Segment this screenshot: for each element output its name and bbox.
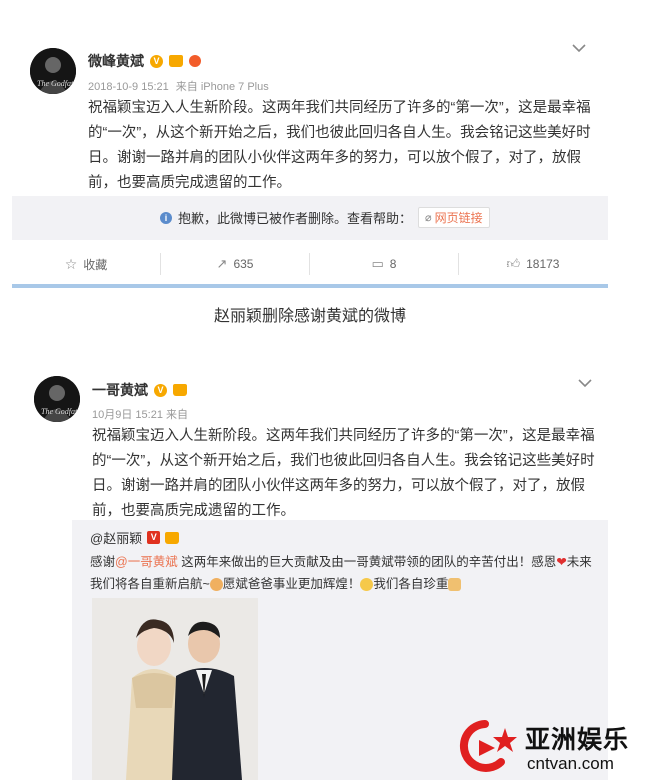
comment-count: 8 — [389, 257, 397, 271]
repost-photo[interactable] — [92, 598, 258, 780]
action-bar: ☆ 收藏 ↗ 635 ▭ 8 👍︎ 18173 — [12, 247, 608, 281]
web-link-button[interactable]: ⌀ 网页链接 — [418, 207, 490, 228]
content-line: 的“一次”，从这个新开始之后，我们也彼此回归各自人生。我会铭记这些美好时 — [92, 453, 595, 469]
repost-line: 我们将各自重新启航~ 愿斌爸爸事业更加辉煌！ 我们各自珍重 — [90, 573, 600, 595]
post-header: 一哥黄斌 V — [92, 380, 187, 400]
vip-crown-icon — [169, 55, 183, 67]
content-line: 的“一次”，从这个新开始之后，我们也彼此回归各自人生。我会铭记这些美好时 — [88, 125, 591, 141]
content-line: 祝福颖宝迈入人生新阶段。这两年我们共同经历了许多的“第一次”，这是最幸福 — [88, 100, 591, 116]
watermark-brand: 亚洲娱乐 — [525, 726, 630, 754]
pray-emoji-icon — [448, 578, 462, 592]
post-content: 祝福颖宝迈入人生新阶段。这两年我们共同经历了许多的“第一次”，这是最幸福 的“一… — [92, 424, 602, 524]
chevron-down-icon[interactable] — [572, 40, 586, 56]
repost-icon: ↗ — [216, 256, 228, 271]
repost-text-span: 我们将各自重新启航~ — [90, 577, 210, 591]
post-meta: 2018-10-9 15:21 来自 iPhone 7 Plus — [88, 78, 269, 94]
avatar[interactable]: The Godfather — [30, 48, 76, 94]
svg-text:The Godfather: The Godfather — [37, 79, 76, 88]
chevron-down-icon[interactable] — [578, 375, 592, 391]
deleted-repost-box: i 抱歉，此微博已被作者删除。查看帮助： ⌀ 网页链接 — [12, 196, 608, 240]
comment-icon: ▭ — [371, 256, 384, 271]
username[interactable]: 微峰黄斌 — [88, 51, 144, 71]
source: 来自 iPhone 7 Plus — [175, 81, 269, 93]
post-header: 微峰黄斌 V — [88, 51, 201, 71]
section-divider — [12, 284, 608, 288]
star-icon: ☆ — [64, 255, 78, 272]
avatar[interactable]: The Godfather — [34, 376, 80, 422]
post-meta: 10月9日 15:21 来自 — [92, 406, 188, 422]
repost-author-row: @赵丽颖 V — [90, 528, 180, 547]
username[interactable]: 一哥黄斌 — [92, 380, 148, 400]
repost-text-span: 我们各自珍重 — [373, 577, 449, 591]
repost-button[interactable]: ↗ 635 — [161, 256, 309, 272]
emoji-icon — [209, 578, 223, 592]
timestamp[interactable]: 2018-10-9 15:21 — [88, 81, 169, 93]
watermark-logo-icon — [457, 718, 519, 779]
repost-text-span: 感谢 — [90, 555, 116, 569]
verified-icon: V — [154, 383, 167, 397]
repost-text-span: 愿斌爸爸事业更加辉煌！ — [222, 577, 361, 591]
watermark: 亚洲娱乐 cntvan.com — [455, 716, 651, 778]
timestamp[interactable]: 10月9日 15:21 来自 — [92, 409, 188, 421]
watermark-domain: cntvan.com — [527, 754, 614, 773]
weibo-post-1: The Godfather 微峰黄斌 V 2018-10-9 15:21 来自 … — [12, 18, 608, 293]
vip-crown-icon — [165, 531, 180, 544]
repost-text: 感谢@一哥黄斌 这两年来做出的巨大贡献及由一哥黄斌带领的团队的辛苦付出！感恩❤未… — [90, 551, 600, 595]
repost-count: 635 — [233, 257, 254, 271]
content-line: 日。谢谢一路并肩的团队小伙伴这两年多的努力，可以放个假了，对了，放假 — [92, 478, 585, 494]
content-line: 祝福颖宝迈入人生新阶段。这两年我们共同经历了许多的“第一次”，这是最幸福 — [92, 428, 595, 444]
repost-line: 感谢@一哥黄斌 这两年来做出的巨大贡献及由一哥黄斌带领的团队的辛苦付出！感恩❤未… — [90, 551, 600, 573]
comment-button[interactable]: ▭ 8 — [310, 256, 458, 272]
verified-icon: V — [150, 54, 163, 68]
verified-red-icon: V — [147, 531, 161, 544]
content-line: 前，也要高质完成遗留的工作。 — [88, 175, 291, 191]
mention-link[interactable]: @一哥黄斌 — [115, 555, 178, 569]
repost-text-span: 这两年来做出的巨大贡献及由一哥黄斌带领的团队的辛苦付出！感恩 — [181, 555, 557, 569]
deleted-notice: 抱歉，此微博已被作者删除。查看帮助： — [178, 211, 413, 226]
vip-crown-icon — [173, 384, 187, 396]
smile-emoji-icon — [360, 578, 374, 592]
heart-icon: ❤ — [556, 555, 567, 569]
repost-author[interactable]: @赵丽颖 — [90, 528, 142, 547]
svg-text:The Godfather: The Godfather — [41, 407, 80, 416]
favorite-button[interactable]: ☆ 收藏 — [12, 256, 160, 273]
favorite-label: 收藏 — [83, 257, 108, 272]
repost-text-span: 未来 — [566, 555, 592, 569]
content-line: 日。谢谢一路并肩的团队小伙伴这两年多的努力，可以放个假了，对了，放假 — [88, 150, 581, 166]
image-caption: 赵丽颖删除感谢黄斌的微博 — [213, 308, 406, 325]
post-content: 祝福颖宝迈入人生新阶段。这两年我们共同经历了许多的“第一次”，这是最幸福 的“一… — [88, 96, 598, 196]
medal-icon — [189, 55, 201, 67]
like-count: 18173 — [526, 257, 560, 271]
link-icon: ⌀ — [425, 212, 432, 224]
like-button[interactable]: 👍︎ 18173 — [459, 256, 607, 272]
web-link-label: 网页链接 — [434, 211, 483, 225]
thumbs-up-icon: 👍︎ — [506, 256, 521, 271]
info-icon: i — [160, 211, 172, 224]
